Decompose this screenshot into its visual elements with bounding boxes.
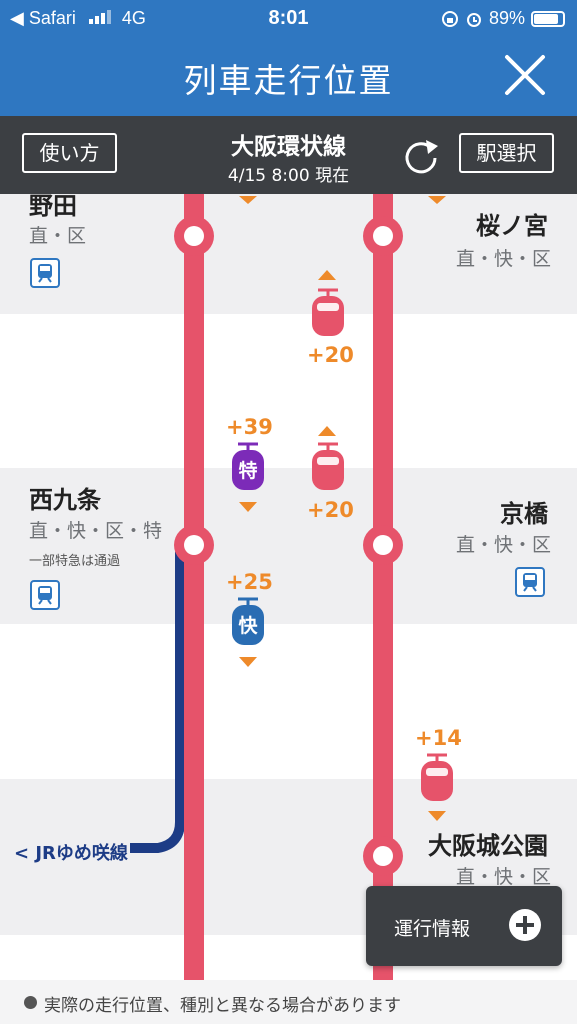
- page-title: 列車走行位置: [183, 61, 394, 100]
- train-icon[interactable]: [30, 258, 60, 288]
- direction-arrow: [428, 811, 446, 821]
- delay-label: +20: [307, 498, 354, 522]
- line-track-left: [184, 194, 204, 980]
- train-icon[interactable]: [30, 580, 60, 610]
- bullet-icon: [24, 996, 37, 1009]
- disclaimer-text: 実際の走行位置、種別と異なる場合があります: [44, 996, 401, 1016]
- train-icon[interactable]: [515, 567, 545, 597]
- local-train-icon: [312, 288, 344, 336]
- delay-label: +14: [415, 726, 462, 750]
- line-header: 使い方 大阪環状線 4/15 8:00 現在 駅選択: [0, 116, 577, 194]
- station-node: [174, 216, 214, 256]
- branch-line-label[interactable]: < JRゆめ咲線: [14, 839, 128, 865]
- footer-note: 実際の走行位置、種別と異なる場合があります: [0, 980, 577, 1024]
- station-node: [363, 836, 403, 876]
- station-types: 直・快・区: [455, 534, 551, 556]
- operation-info-button[interactable]: 運行情報: [366, 886, 562, 966]
- delay-label: +25: [226, 570, 273, 594]
- train-type-label: 特: [238, 460, 258, 482]
- title-bar: 列車走行位置: [0, 38, 577, 116]
- station-name-sakuranomiya[interactable]: 桜ノ宮: [476, 206, 548, 241]
- close-icon[interactable]: [503, 53, 547, 97]
- chevron-left-icon: <: [14, 843, 36, 864]
- station-node: [363, 216, 403, 256]
- station-note: 一部特急は通過: [29, 554, 121, 569]
- station-select-button[interactable]: 駅選択: [459, 133, 554, 173]
- station-types: 直・快・区: [455, 248, 551, 270]
- station-name-noda[interactable]: 野田: [29, 194, 77, 221]
- local-train-icon: [421, 753, 453, 801]
- station-name-osakajokoen[interactable]: 大阪城公園: [428, 826, 548, 861]
- direction-arrow: [428, 196, 446, 204]
- local-train-icon: [312, 442, 344, 490]
- refresh-icon[interactable]: [400, 134, 442, 176]
- direction-arrow: [318, 426, 336, 436]
- station-node: [363, 525, 403, 565]
- station-node: [174, 525, 214, 565]
- train-position-map: 野田 直・区 西九条 直・快・区・特 一部特急は通過 桜ノ宮 直・快・区 京橋 …: [0, 194, 577, 980]
- plus-icon: [509, 909, 541, 941]
- direction-arrow: [239, 196, 257, 204]
- alarm-icon: [466, 12, 481, 27]
- station-types: 直・区: [29, 225, 87, 247]
- direction-arrow: [318, 270, 336, 280]
- status-right: 89%: [441, 8, 565, 29]
- battery-percent: 89%: [488, 8, 525, 28]
- station-types: 直・快・区・特: [29, 520, 163, 542]
- status-bar: ◀ Safari 4G 8:01 89%: [0, 0, 577, 38]
- operation-info-label: 運行情報: [394, 918, 471, 940]
- station-name-nishikujo[interactable]: 西九条: [29, 480, 101, 515]
- delay-label: +20: [307, 343, 354, 367]
- station-types: 直・快・区: [455, 866, 551, 888]
- direction-arrow: [239, 502, 257, 512]
- rotation-lock-icon: [441, 10, 458, 27]
- direction-arrow: [239, 657, 257, 667]
- battery-icon: [531, 10, 565, 27]
- delay-label: +39: [226, 415, 273, 439]
- branch-line: [130, 540, 194, 853]
- station-name-kyobashi[interactable]: 京橋: [500, 494, 548, 529]
- train-type-label: 快: [238, 615, 258, 637]
